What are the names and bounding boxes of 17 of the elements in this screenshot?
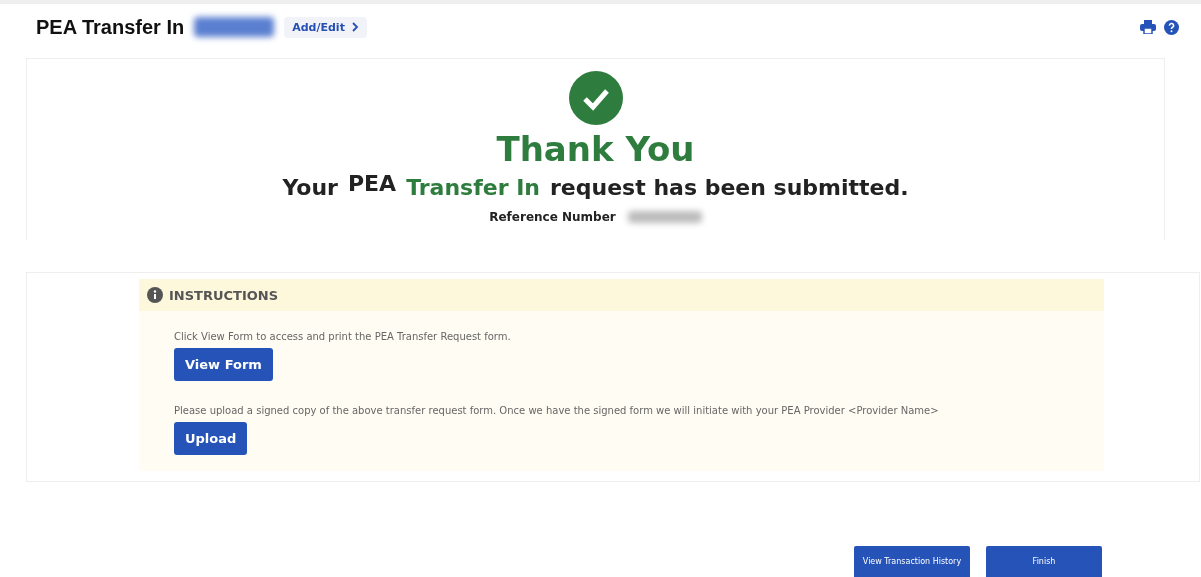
check-icon <box>568 71 623 125</box>
instruction-text: Click View Form to access and print the PEA Transfer Request form. <box>174 331 512 342</box>
instruction-button[interactable]: View Form <box>174 348 273 381</box>
instructions-title: INSTRUCTIONS <box>169 287 279 303</box>
thank-you-heading: Thank You <box>496 129 695 169</box>
page-title: PEA Transfer In <box>36 15 185 39</box>
chevron-right-icon <box>350 22 359 32</box>
info-icon <box>147 287 163 303</box>
add-edit-link[interactable]: Add/Edit <box>284 16 367 38</box>
instruction-button[interactable]: Upload <box>174 422 248 455</box>
print-icon[interactable] <box>1140 20 1156 34</box>
help-icon[interactable] <box>1164 19 1179 35</box>
footer-button[interactable]: View Transaction History <box>854 546 970 577</box>
footer-button[interactable]: Finish <box>986 546 1102 577</box>
submitted-message: Your PEA Transfer In request has been submitted. <box>282 175 909 200</box>
reference-label: Reference Number <box>489 210 616 224</box>
instruction-text: Please upload a signed copy of the above transfer request form. Once we have the signed form we will initiate with your PEA Provider <Provider Name> <box>174 405 940 416</box>
